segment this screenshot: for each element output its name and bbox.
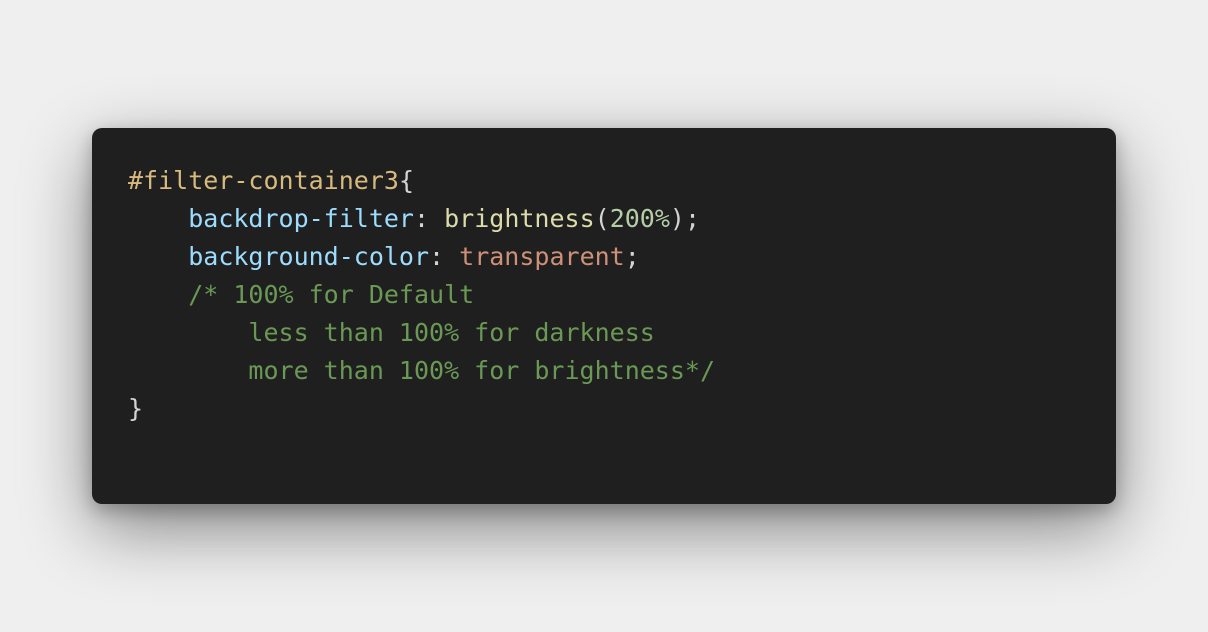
close-brace: } [128, 394, 144, 423]
semicolon: ; [624, 242, 640, 271]
css-property-backdrop-filter: backdrop-filter [188, 204, 414, 233]
colon: : [414, 204, 445, 233]
code-line-background-color: background-color: transparent; [128, 238, 1080, 276]
colon: : [429, 242, 460, 271]
open-paren: ( [594, 204, 610, 233]
code-line-backdrop-filter: backdrop-filter: brightness(200%); [128, 200, 1080, 238]
code-block: #filter-container3{ backdrop-filter: bri… [128, 162, 1080, 428]
css-value-transparent: transparent [459, 242, 625, 271]
code-line-selector: #filter-container3{ [128, 162, 1080, 200]
css-selector: #filter-container3 [128, 166, 399, 195]
css-function-brightness: brightness [444, 204, 595, 233]
code-comment-line-3: more than 100% for brightness*/ [128, 356, 715, 385]
semicolon: ; [684, 204, 701, 233]
css-property-background-color: background-color [188, 242, 430, 271]
code-comment-line-2: less than 100% for darkness [128, 318, 655, 347]
css-number-value: 200% [609, 204, 670, 233]
code-snippet-card: #filter-container3{ backdrop-filter: bri… [92, 128, 1116, 504]
code-comment-line-1: /* 100% for Default [128, 280, 475, 309]
close-paren: ) [669, 204, 685, 233]
open-brace: { [398, 166, 414, 195]
